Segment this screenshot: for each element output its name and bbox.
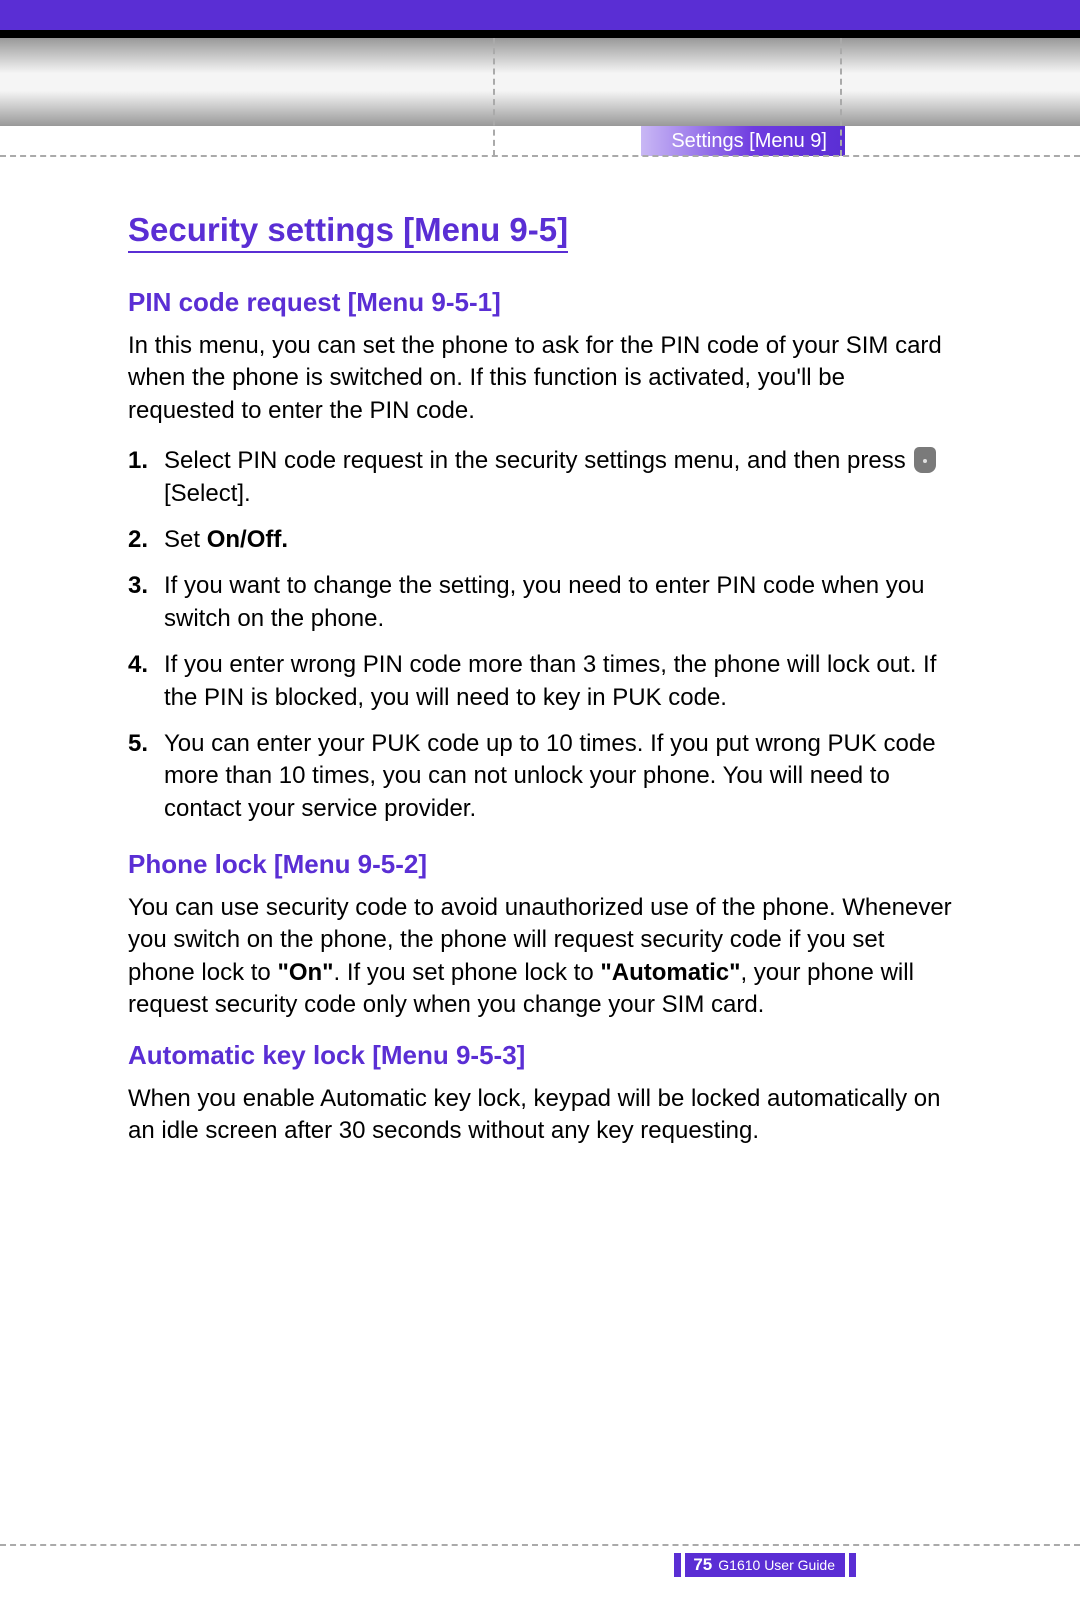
top-purple-bar [0,0,1080,30]
step-text: Select PIN code request in the security … [164,447,912,474]
pin-step-3: If you want to change the setting, you n… [128,570,952,635]
pin-step-5: You can enter your PUK code up to 10 tim… [128,728,952,825]
body-text: . If you set phone lock to [334,959,601,986]
footer-area: 75 G1610 User Guide [0,1544,1080,1621]
autokey-heading: Automatic key lock [Menu 9-5-3] [128,1040,952,1071]
page-number: 75 [693,1555,712,1574]
vertical-dash-icon [840,38,842,156]
pin-heading: PIN code request [Menu 9-5-1] [128,287,952,318]
pin-step-1: Select PIN code request in the security … [128,445,952,510]
footer-label: 75 G1610 User Guide [685,1553,845,1577]
content-area: Security settings [Menu 9-5] PIN code re… [0,156,1080,1147]
pin-steps-list: Select PIN code request in the security … [128,445,952,825]
body-bold-auto: "Automatic" [600,959,740,986]
breadcrumb-band: Settings [Menu 9] [0,126,1080,156]
phonelock-body: You can use security code to avoid unaut… [128,892,952,1022]
horizontal-dash-icon [0,1544,1080,1546]
autokey-body: When you enable Automatic key lock, keyp… [128,1083,952,1148]
phonelock-heading: Phone lock [Menu 9-5-2] [128,849,952,880]
step-text: Set [164,526,207,553]
pin-step-2: Set On/Off. [128,524,952,556]
top-black-bar [0,30,1080,38]
pin-intro: In this menu, you can set the phone to a… [128,330,952,427]
gradient-band [0,38,1080,126]
breadcrumb-label: Settings [Menu 9] [641,126,845,156]
body-bold-on: "On" [277,959,333,986]
pin-step-4: If you enter wrong PIN code more than 3 … [128,649,952,714]
step-text: [Select]. [164,480,251,507]
vertical-dash-icon [493,38,495,156]
section-title: Security settings [Menu 9-5] [128,211,568,253]
horizontal-dash-icon [0,155,1080,157]
softkey-icon [914,447,936,473]
guide-name: G1610 User Guide [718,1557,835,1573]
step-bold: On/Off. [207,526,288,553]
